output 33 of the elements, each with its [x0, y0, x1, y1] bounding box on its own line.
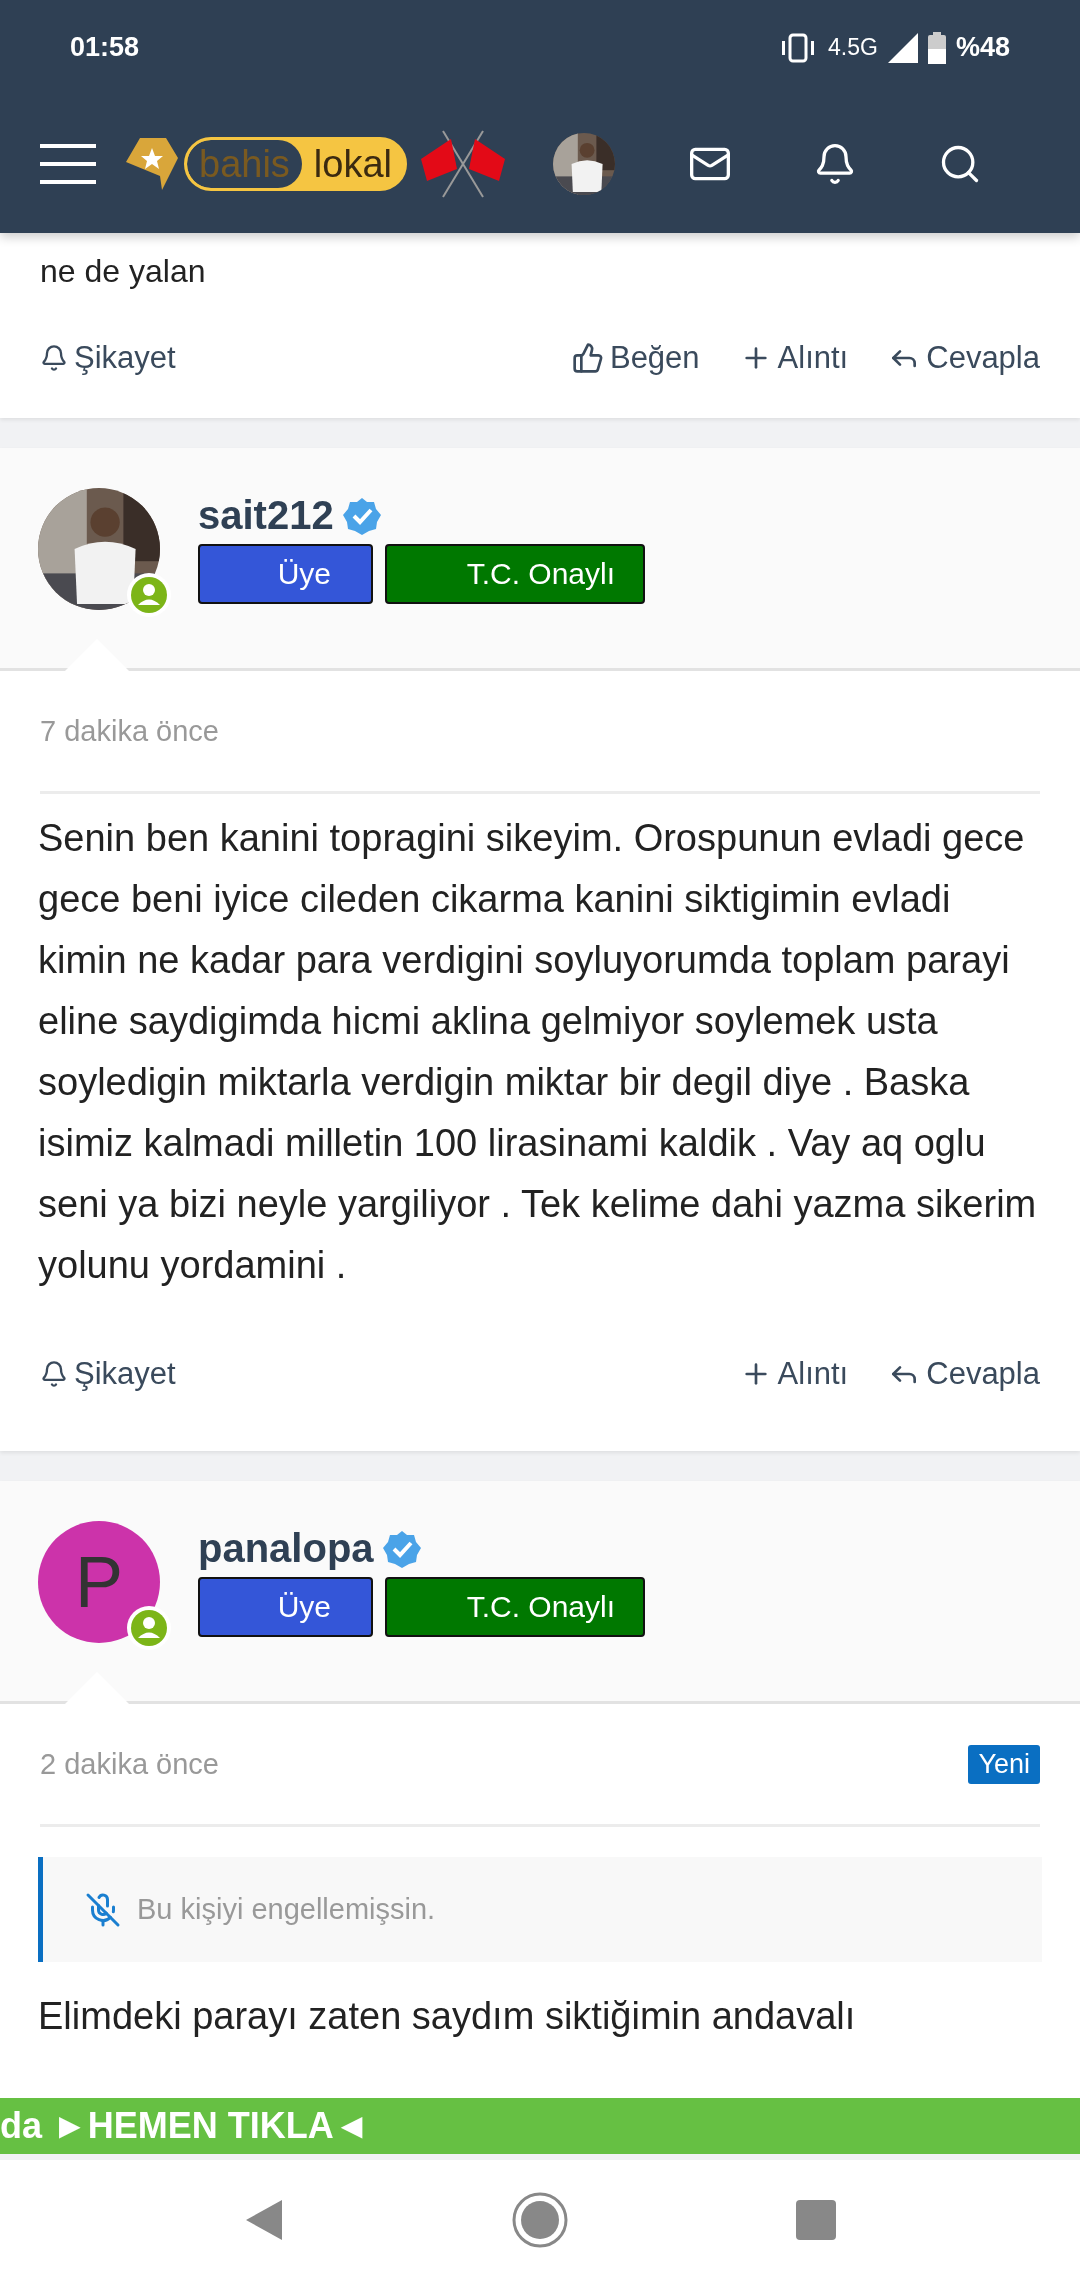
blocked-notice: Bu kişiyi engellemişsin.	[137, 1893, 436, 1926]
network-type: 4.5G	[828, 34, 878, 61]
battery-level: %48	[955, 32, 1010, 63]
post-text: Elimdeki parayı zaten saydım siktiğimin andavalı	[37, 1994, 857, 2039]
muted-icon	[85, 1891, 121, 1928]
username[interactable]: sait212	[198, 493, 334, 538]
post-time: 2 dakika önce	[40, 1747, 219, 1781]
post-text: ne de yalan	[39, 252, 207, 291]
menu-icon[interactable]	[40, 142, 96, 186]
quote-button[interactable]: Alıntı	[739, 340, 849, 376]
signal-icon	[887, 32, 918, 63]
reply-button[interactable]: Cevapla	[888, 340, 1040, 376]
quote-button[interactable]: Alıntı	[739, 1355, 849, 1392]
post-text: Senin ben kanini topragini sikeyim. Orospunun evladi gece gece beni iyice cileden cikarma kanini siktigimin evladi kimin ne kadar para verdigini soyluyorumda toplam parayi eline saydigimda hicmi aklina gelmiyor soylemek usta soyledigin miktarla verdigin miktar bir degil diye . Baska isimiz kalmadi milletin 100 lirasinami kaldik . Vay aq oglu seni ya bizi neyle yargiliyor . Tek kelime dahi yazma sikerim yolunu yordamini .	[37, 816, 1038, 1288]
user-badge: T.C. Onaylı	[385, 1577, 645, 1637]
report-button[interactable]: Şikayet	[40, 1355, 176, 1392]
home-icon[interactable]	[512, 2192, 568, 2248]
user-badge: Üye	[198, 1577, 373, 1637]
user-badge: T.C. Onaylı	[385, 544, 645, 604]
report-button[interactable]: Şikayet	[40, 340, 176, 376]
like-button[interactable]: Beğen	[571, 340, 700, 376]
site-logo[interactable]: bahis lokal	[126, 129, 513, 199]
bell-icon	[40, 344, 68, 372]
back-icon[interactable]	[244, 2198, 284, 2242]
user-badge: Üye	[198, 544, 373, 604]
reply-button[interactable]: Cevapla	[888, 1355, 1040, 1392]
post-time: 7 dakika önce	[40, 714, 219, 748]
battery-icon	[927, 31, 946, 64]
new-label: Yeni	[968, 1744, 1040, 1784]
username[interactable]: panalopa	[198, 1526, 374, 1571]
bell-icon	[40, 1359, 68, 1388]
status-time: 01:58	[70, 32, 140, 63]
thumbs-up-icon	[571, 342, 604, 374]
